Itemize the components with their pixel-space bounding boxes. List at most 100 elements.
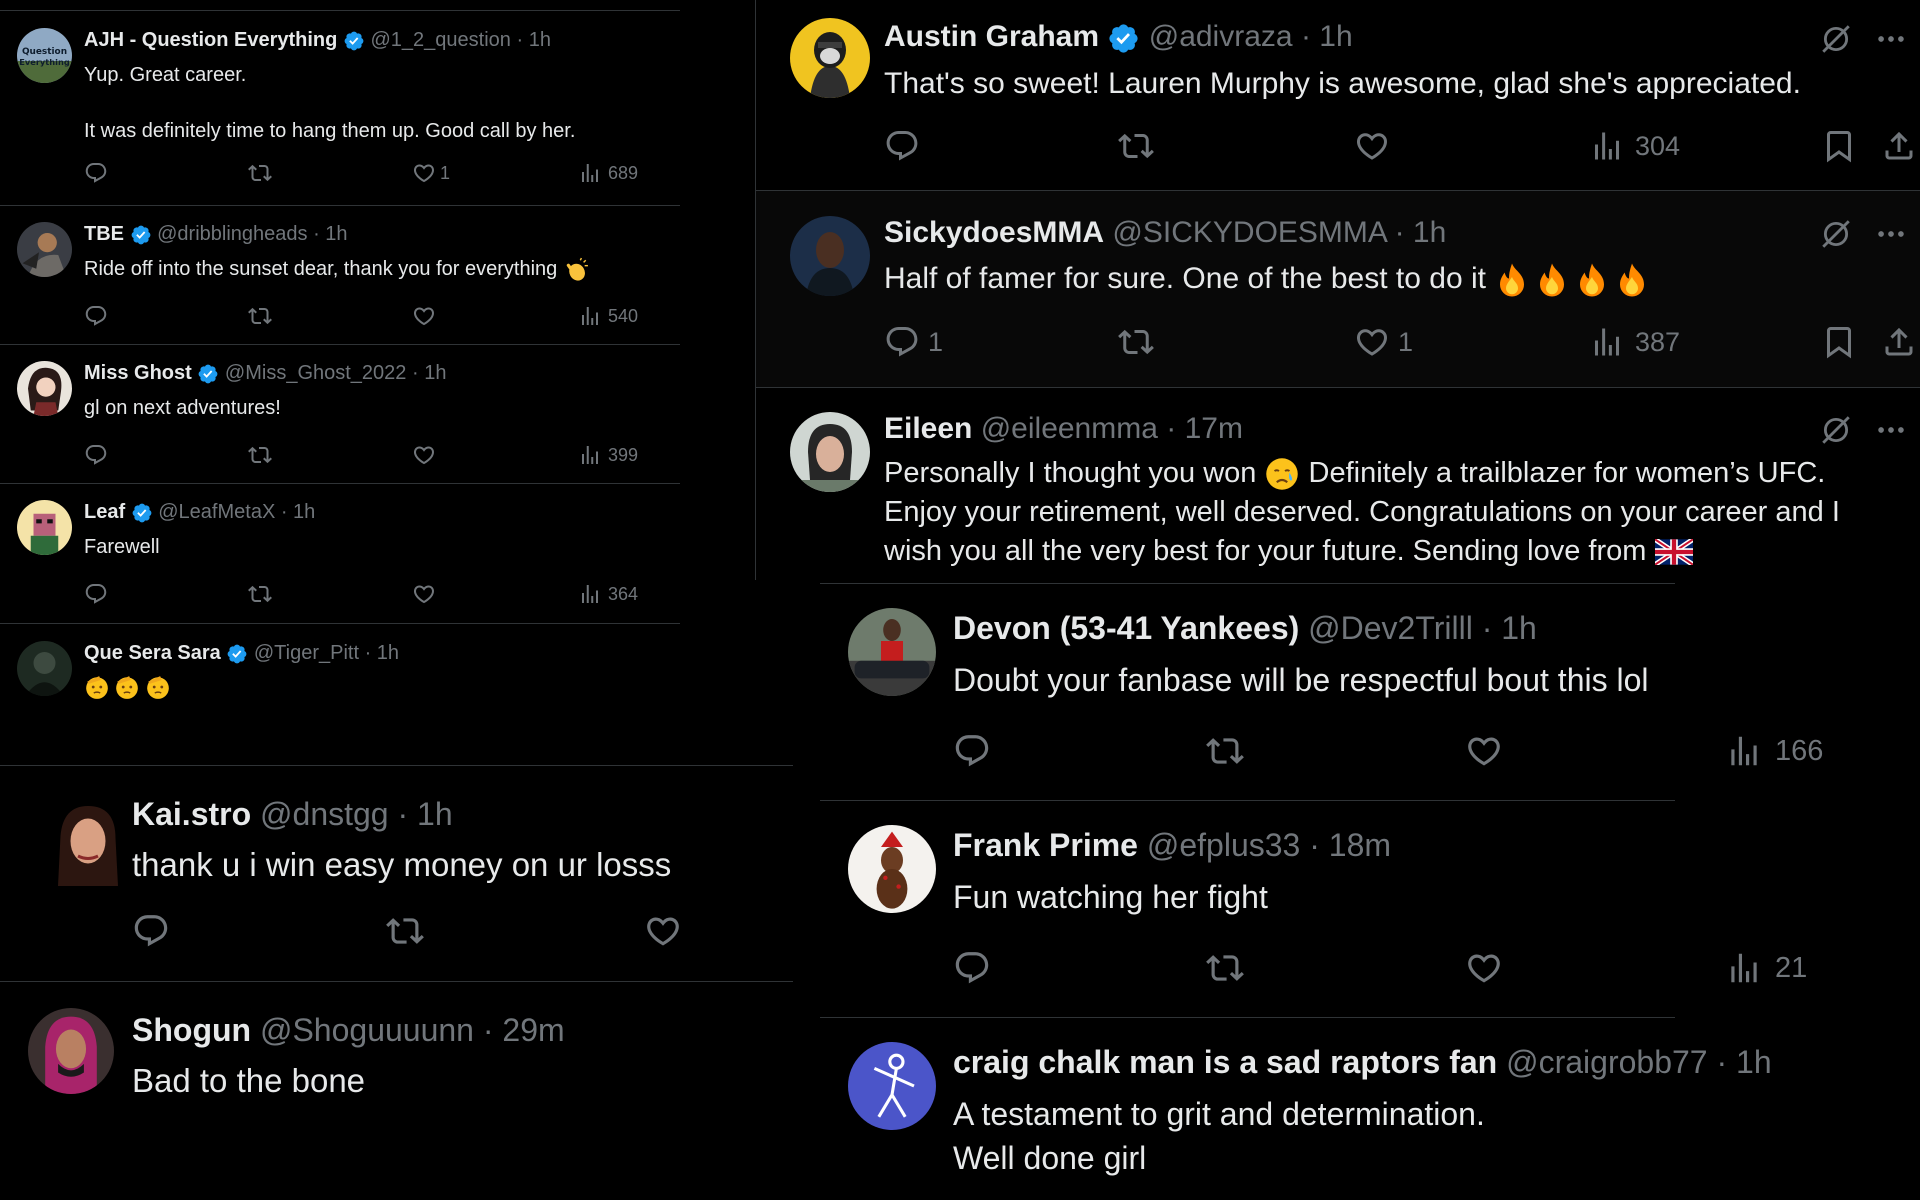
reply-button[interactable] — [953, 949, 991, 987]
share-button[interactable] — [1881, 324, 1917, 360]
handle[interactable]: @dnstgg — [260, 796, 389, 832]
avatar[interactable] — [790, 216, 870, 296]
like-button[interactable]: 1 — [1354, 324, 1413, 360]
handle[interactable]: @Tiger_Pitt — [254, 642, 359, 664]
timestamp[interactable]: · 1h — [516, 29, 550, 51]
reply-button[interactable] — [84, 304, 108, 328]
timestamp[interactable]: · 1h — [281, 501, 315, 523]
repost-button[interactable] — [248, 582, 272, 606]
reply-tweet[interactable]: Shogun @Shoguuuunn · 29m Bad to the bone — [0, 982, 793, 1200]
display-name[interactable]: Devon (53-41 Yankees) — [953, 610, 1299, 646]
grok-icon[interactable] — [1819, 217, 1853, 251]
like-button[interactable] — [412, 443, 436, 467]
timestamp[interactable]: · 1h — [365, 642, 399, 664]
timestamp[interactable]: · 18m — [1309, 827, 1391, 863]
avatar[interactable] — [17, 222, 72, 277]
reply-button[interactable] — [84, 582, 108, 606]
timestamp[interactable]: · 1h — [1716, 1044, 1771, 1080]
reply-tweet[interactable]: TBE @dribblingheads · 1h Ride off into t… — [0, 206, 680, 344]
reply-tweet[interactable]: Devon (53-41 Yankees) @Dev2Trilll · 1h D… — [820, 584, 1855, 800]
reply-button[interactable] — [84, 443, 108, 467]
views-button[interactable]: 387 — [1589, 324, 1680, 360]
handle[interactable]: @dribblingheads — [157, 223, 307, 245]
avatar[interactable] — [17, 500, 72, 555]
reply-button[interactable] — [132, 912, 170, 950]
reply-tweet[interactable]: SickydoesMMA @SICKYDOESMMA · 1h Half of … — [756, 191, 1920, 387]
bookmark-button[interactable] — [1821, 324, 1857, 360]
display-name[interactable]: TBE — [84, 223, 124, 245]
more-icon[interactable] — [1874, 217, 1908, 251]
avatar[interactable] — [848, 1042, 936, 1130]
handle[interactable]: @LeafMetaX — [158, 501, 275, 523]
like-button[interactable] — [412, 582, 436, 606]
display-name[interactable]: SickydoesMMA — [884, 216, 1104, 249]
views-button[interactable]: 540 — [578, 304, 638, 328]
avatar[interactable] — [28, 1008, 114, 1094]
like-button[interactable] — [1354, 128, 1390, 164]
display-name[interactable]: Miss Ghost — [84, 362, 192, 384]
repost-button[interactable] — [386, 912, 424, 950]
reply-tweet[interactable]: Austin Graham @adivraza · 1h That's so s… — [756, 0, 1920, 190]
display-name[interactable]: Que Sera Sara — [84, 642, 221, 664]
repost-button[interactable] — [248, 304, 272, 328]
reply-tweet[interactable]: Miss Ghost @Miss_Ghost_2022 · 1h gl on n… — [0, 345, 680, 483]
reply-tweet[interactable]: Kai.stro @dnstgg · 1h thank u i win easy… — [0, 766, 793, 981]
views-button[interactable]: 364 — [578, 582, 638, 606]
display-name[interactable]: Kai.stro — [132, 796, 251, 832]
like-button[interactable] — [412, 304, 436, 328]
display-name[interactable]: craig chalk man is a sad raptors fan — [953, 1044, 1497, 1080]
timestamp[interactable]: · 1h — [313, 223, 347, 245]
reply-button[interactable] — [953, 732, 991, 770]
reply-button[interactable] — [884, 128, 920, 164]
display-name[interactable]: Leaf — [84, 501, 125, 523]
grok-icon[interactable] — [1819, 22, 1853, 56]
handle[interactable]: @adivraza — [1149, 20, 1293, 53]
reply-tweet[interactable]: Question Everything AJH - Question Everyt… — [0, 11, 680, 205]
timestamp[interactable]: · 1h — [397, 796, 452, 832]
views-button[interactable]: 166 — [1725, 732, 1823, 770]
reply-tweet[interactable]: Frank Prime @efplus33 · 18m Fun watching… — [820, 801, 1855, 1017]
timestamp[interactable]: · 1h — [1301, 20, 1353, 53]
avatar[interactable] — [17, 361, 72, 416]
avatar[interactable] — [848, 825, 936, 913]
timestamp[interactable]: · 29m — [483, 1012, 565, 1048]
repost-button[interactable] — [1206, 949, 1244, 987]
reply-tweet[interactable]: Que Sera Sara @Tiger_Pitt · 1h — [0, 624, 680, 765]
display-name[interactable]: Eileen — [884, 412, 972, 445]
reply-tweet[interactable]: Eileen @eileenmma · 17m Personally I tho… — [756, 388, 1920, 580]
like-button[interactable] — [1465, 732, 1503, 770]
more-icon[interactable] — [1874, 22, 1908, 56]
like-button[interactable] — [644, 912, 682, 950]
handle[interactable]: @efplus33 — [1147, 827, 1300, 863]
avatar[interactable] — [790, 18, 870, 98]
avatar[interactable]: Question Everything — [17, 28, 72, 83]
timestamp[interactable]: · 17m — [1166, 412, 1243, 445]
handle[interactable]: @craigrobb77 — [1506, 1044, 1707, 1080]
handle[interactable]: @SICKYDOESMMA — [1112, 216, 1386, 249]
grok-icon[interactable] — [1819, 413, 1853, 447]
reply-button[interactable] — [84, 161, 108, 185]
avatar[interactable] — [17, 641, 72, 696]
display-name[interactable]: AJH - Question Everything — [84, 29, 337, 51]
avatar[interactable] — [38, 796, 138, 896]
timestamp[interactable]: · 1h — [412, 362, 446, 384]
avatar[interactable] — [790, 412, 870, 492]
like-button[interactable]: 1 — [412, 161, 450, 185]
share-button[interactable] — [1881, 128, 1917, 164]
handle[interactable]: @Dev2Trilll — [1308, 610, 1473, 646]
timestamp[interactable]: · 1h — [1482, 610, 1537, 646]
views-button[interactable]: 21 — [1725, 949, 1807, 987]
reply-tweet[interactable]: Leaf @LeafMetaX · 1h Farewell 364 — [0, 484, 680, 623]
views-button[interactable]: 689 — [578, 161, 638, 185]
avatar[interactable] — [848, 608, 936, 696]
views-button[interactable]: 399 — [578, 443, 638, 467]
repost-button[interactable] — [248, 161, 272, 185]
timestamp[interactable]: · 1h — [1395, 216, 1447, 249]
reply-tweet[interactable]: craig chalk man is a sad raptors fan @cr… — [820, 1018, 1855, 1200]
reply-button[interactable]: 1 — [884, 324, 943, 360]
like-button[interactable] — [1465, 949, 1503, 987]
display-name[interactable]: Frank Prime — [953, 827, 1138, 863]
display-name[interactable]: Austin Graham — [884, 20, 1099, 53]
handle[interactable]: @Miss_Ghost_2022 — [225, 362, 407, 384]
repost-button[interactable] — [248, 443, 272, 467]
